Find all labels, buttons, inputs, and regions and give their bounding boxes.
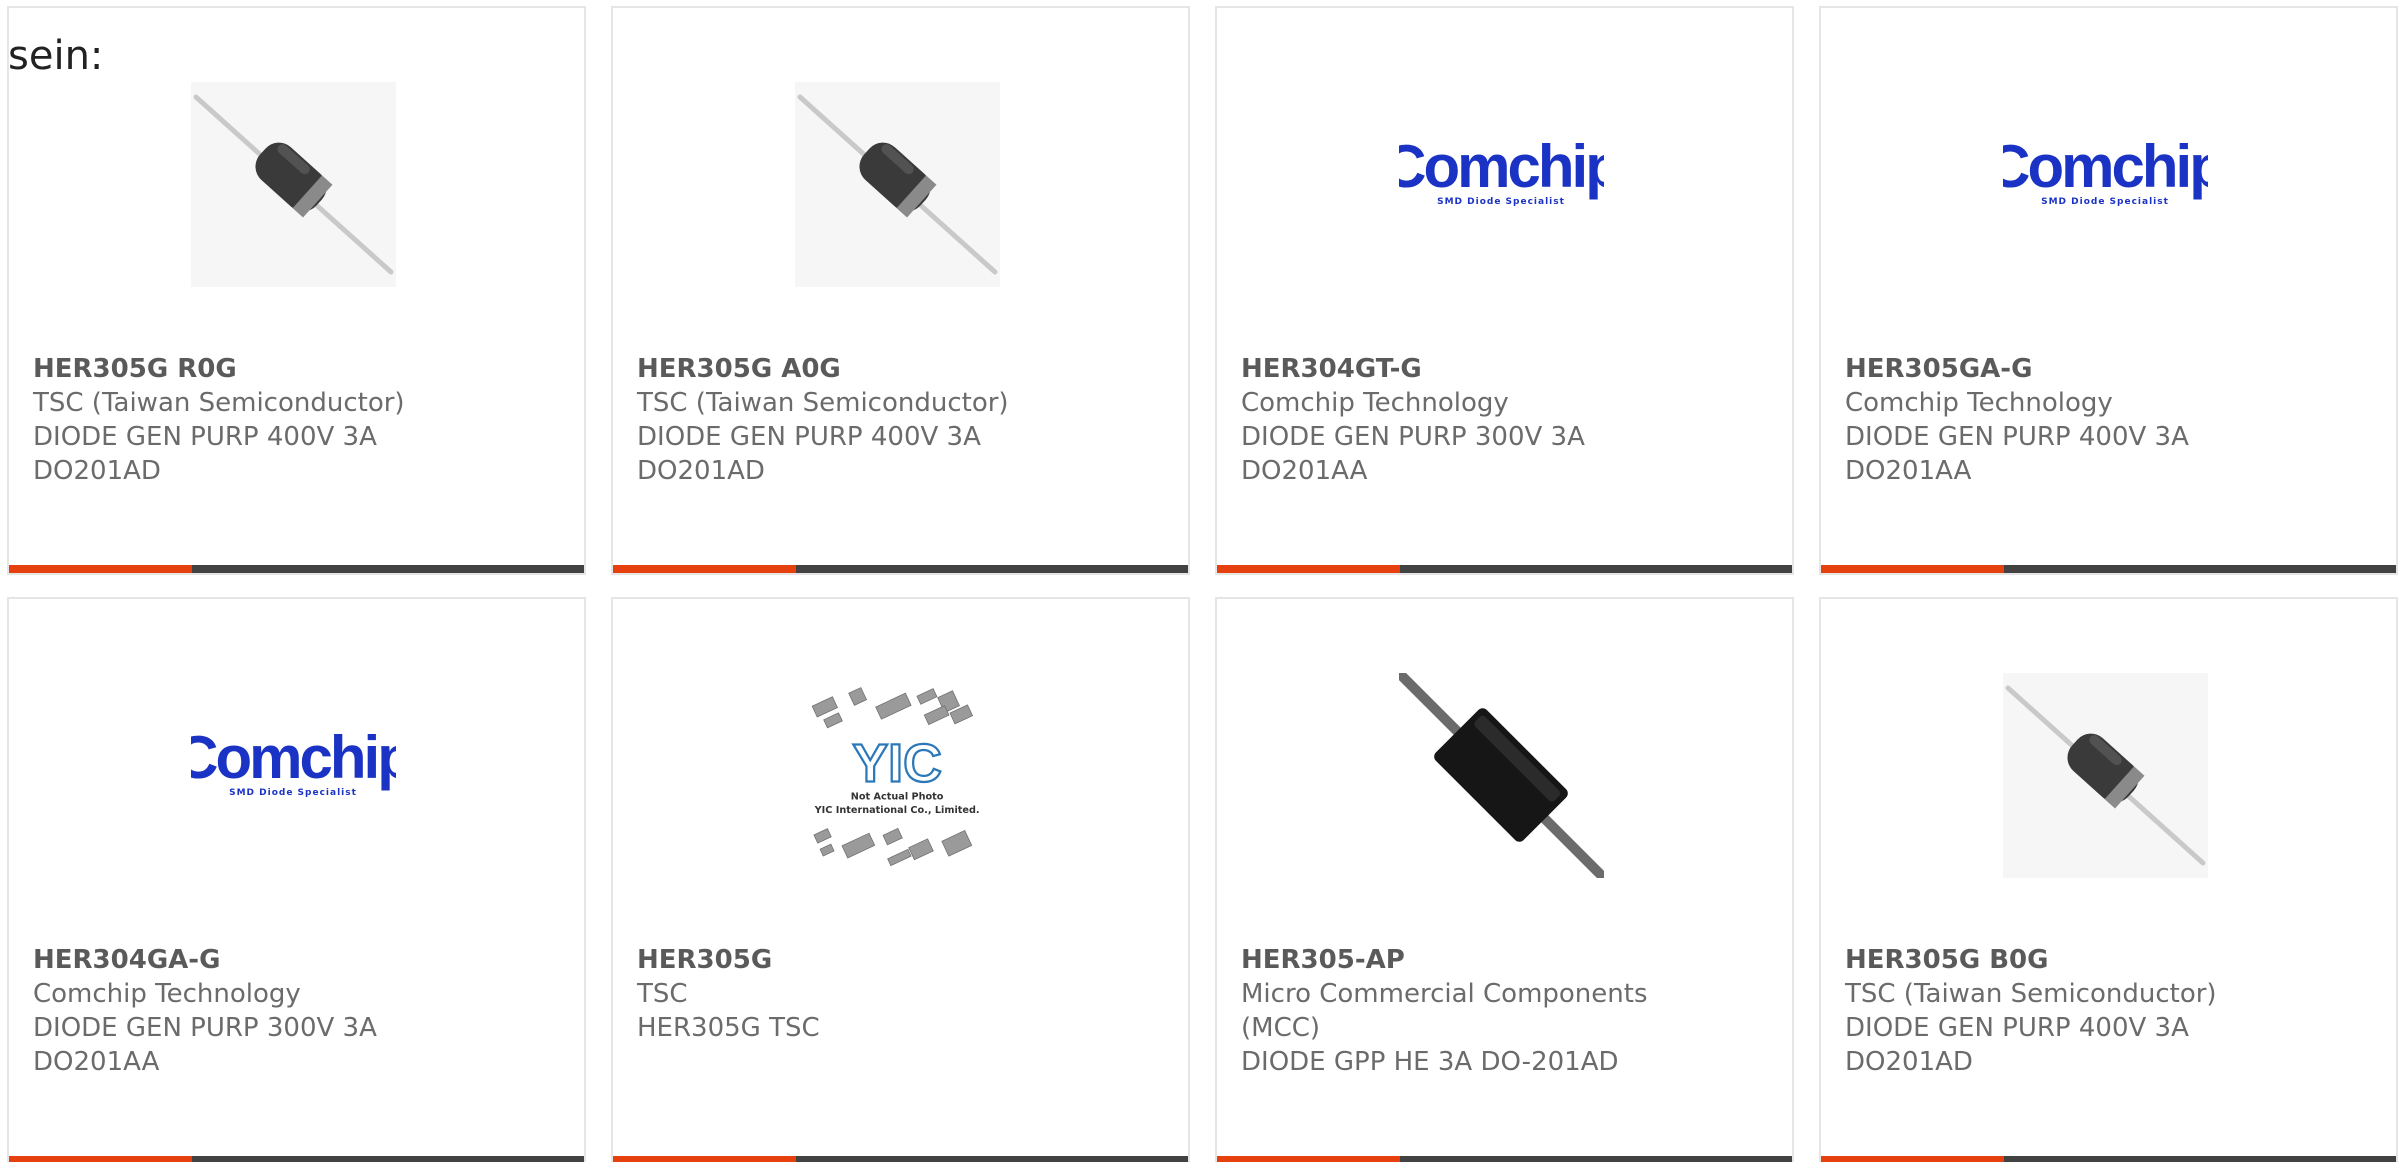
manufacturer: TSC (Taiwan Semiconductor) [637,388,1009,418]
part-number[interactable]: HER305G A0G [637,352,1172,386]
comchip-logo: ComchipSMD Diode Specialist [2003,133,2208,207]
product-info: HER305GA-G Comchip Technology DIODE GEN … [1845,352,2380,488]
card-accent [613,1156,796,1162]
description: DIODE GEN PURP 400V 3A [1845,1013,2189,1043]
manufacturer: TSC (Taiwan Semiconductor) [1845,979,2217,1009]
description: DIODE GEN PURP 300V 3A [33,1013,377,1043]
card-accent [613,565,796,573]
axial-diode-image [2003,673,2208,878]
product-card[interactable]: YIC Not Actual Photo YIC International Co.… [611,597,1190,1162]
product-image: YIC Not Actual Photo YIC International Co.… [795,673,1000,878]
card-bottom-bar [1821,1156,2396,1162]
manufacturer: Comchip Technology [1241,388,1509,418]
package: DO201AA [33,1047,160,1077]
product-card[interactable]: HER305-AP Micro Commercial Components (M… [1215,597,1794,1162]
package: DO201AD [1845,1047,1973,1077]
product-info: HER305G TSC HER305G TSC [637,943,1172,1045]
card-bottom-bar [613,1156,1188,1162]
comchip-logo-tagline: SMD Diode Specialist [1437,197,1565,207]
comchip-logo: ComchipSMD Diode Specialist [1399,133,1604,207]
comchip-logo-tagline: SMD Diode Specialist [229,788,357,798]
product-card[interactable]: ComchipSMD Diode Specialist HER304GT-G C… [1215,6,1794,575]
description: DIODE GEN PURP 400V 3A [33,422,377,452]
description: DIODE GEN PURP 300V 3A [1241,422,1585,452]
product-grid: HER305G R0G TSC (Taiwan Semiconductor) D… [7,6,2400,1162]
part-number[interactable]: HER305G B0G [1845,943,2380,977]
yic-logo: YIC [852,733,941,793]
manufacturer: Comchip Technology [1845,388,2113,418]
card-bottom-bar [1217,1156,1792,1162]
card-accent [1821,1156,2004,1162]
product-card[interactable]: HER305G B0G TSC (Taiwan Semiconductor) D… [1819,597,2398,1162]
product-image [2003,673,2208,878]
card-accent [9,565,192,573]
description: DIODE GEN PURP 400V 3A [637,422,981,452]
comchip-logo-word: Comchip [191,724,396,791]
product-image: ComchipSMD Diode Specialist [191,673,396,878]
yic-company-label: YIC International Co., Limited. [814,805,980,816]
description: HER305G TSC [637,1013,820,1043]
part-number[interactable]: HER305G [637,943,1172,977]
manufacturer: TSC [637,979,688,1009]
product-info: HER305-AP Micro Commercial Components (M… [1241,943,1776,1079]
card-bottom-bar [1217,565,1792,573]
large-diode-image [1399,673,1604,878]
part-number[interactable]: HER304GA-G [33,943,568,977]
product-card[interactable]: HER305G A0G TSC (Taiwan Semiconductor) D… [611,6,1190,575]
comchip-logo-tagline: SMD Diode Specialist [2041,197,2169,207]
page: sein: HER305G R0G TSC (Taiwan Semiconduc… [0,0,2400,1162]
product-card[interactable]: ComchipSMD Diode Specialist HER304GA-G C… [7,597,586,1162]
product-info: HER304GA-G Comchip Technology DIODE GEN … [33,943,568,1079]
axial-diode-image [795,82,1000,287]
part-number[interactable]: HER305G R0G [33,352,568,386]
comchip-logo: ComchipSMD Diode Specialist [191,724,396,798]
manufacturer: Micro Commercial Components (MCC) [1241,979,1648,1043]
package: DO201AD [637,456,765,486]
card-accent [1821,565,2004,573]
product-info: HER304GT-G Comchip Technology DIODE GEN … [1241,352,1776,488]
comchip-logo-word: Comchip [2003,133,2208,200]
card-accent [9,1156,192,1162]
package: DO201AA [1845,456,1972,486]
product-image [1399,673,1604,878]
part-number[interactable]: HER305-AP [1241,943,1776,977]
product-card[interactable]: HER305G R0G TSC (Taiwan Semiconductor) D… [7,6,586,575]
product-image [795,82,1000,287]
part-number[interactable]: HER304GT-G [1241,352,1776,386]
product-info: HER305G B0G TSC (Taiwan Semiconductor) D… [1845,943,2380,1079]
card-bottom-bar [613,565,1188,573]
comchip-logo-word: Comchip [1399,133,1604,200]
product-image [191,82,396,287]
manufacturer: Comchip Technology [33,979,301,1009]
card-accent [1217,565,1400,573]
card-accent [1217,1156,1400,1162]
not-actual-photo-label: Not Actual Photo [851,791,944,802]
product-card[interactable]: ComchipSMD Diode Specialist HER305GA-G C… [1819,6,2398,575]
description: DIODE GEN PURP 400V 3A [1845,422,2189,452]
part-number[interactable]: HER305GA-G [1845,352,2380,386]
yic-placeholder-image: YICNot Actual Photo YIC International Co.… [811,687,980,867]
card-bottom-bar [1821,565,2396,573]
package: DO201AD [33,456,161,486]
product-image: ComchipSMD Diode Specialist [2003,82,2208,287]
card-bottom-bar [9,565,584,573]
manufacturer: TSC (Taiwan Semiconductor) [33,388,405,418]
package: DO201AA [1241,456,1368,486]
card-bottom-bar [9,1156,584,1162]
product-image: ComchipSMD Diode Specialist [1399,82,1604,287]
axial-diode-image [191,82,396,287]
description: DIODE GPP HE 3A DO-201AD [1241,1047,1619,1077]
product-info: HER305G R0G TSC (Taiwan Semiconductor) D… [33,352,568,488]
intro-text: sein: [8,33,104,79]
product-info: HER305G A0G TSC (Taiwan Semiconductor) D… [637,352,1172,488]
